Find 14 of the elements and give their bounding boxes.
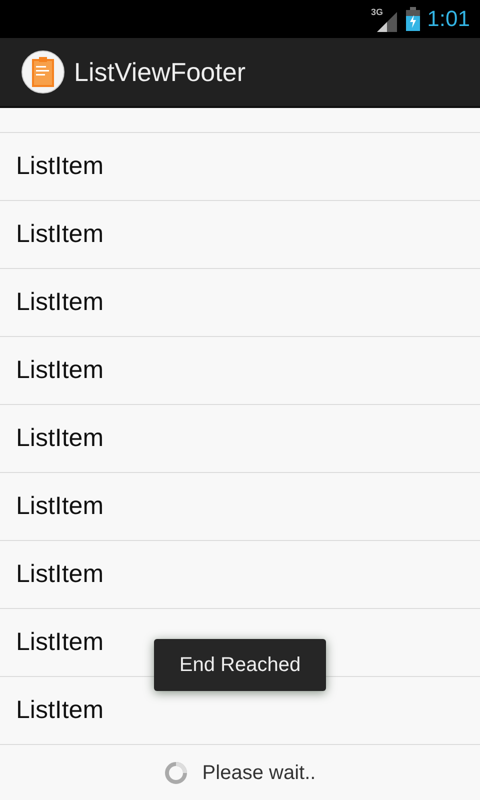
list-item[interactable]: ListItem: [0, 337, 480, 405]
list-item[interactable]: ListItem: [0, 541, 480, 609]
loading-spinner-icon: [164, 760, 188, 784]
clipboard-icon[interactable]: [21, 50, 65, 94]
app-title: ListViewFooter: [74, 56, 246, 88]
list-item[interactable]: ListItem: [0, 405, 480, 473]
list-item[interactable]: ListItem: [0, 133, 480, 201]
list-item[interactable]: ListItem: [0, 201, 480, 269]
list-item[interactable]: ListItem: [0, 269, 480, 337]
toast-message: End Reached: [154, 639, 326, 691]
clock-time: 1:01: [427, 8, 470, 30]
battery-icon: [405, 7, 422, 31]
loading-text: Please wait..: [202, 760, 316, 786]
list-item[interactable]: ListItem: [0, 473, 480, 541]
